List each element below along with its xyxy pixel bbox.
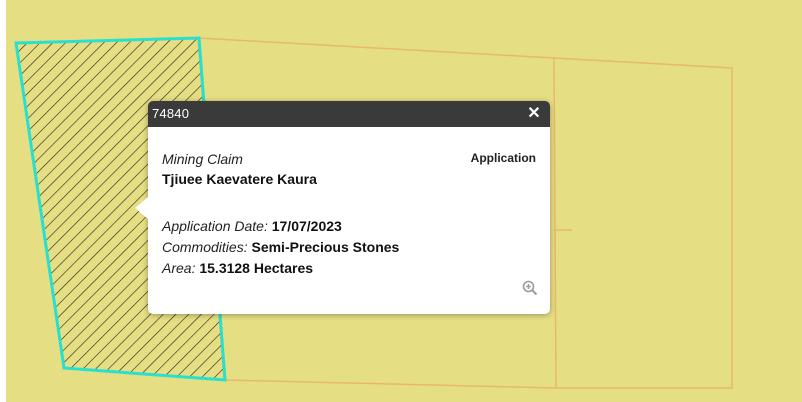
application-date-value: 17/07/2023 [271,218,342,234]
area-label: Area: [162,260,196,276]
area-unit: Hectares [253,260,314,276]
popup-title: 74840 [152,106,190,121]
commodities-value: Semi-Precious Stones [251,239,400,255]
parcel-divider [553,57,557,389]
area-row: Area: 15.3128 Hectares [162,260,313,276]
commodities-label: Commodities: [162,239,248,255]
status-badge: Application [470,151,536,165]
zoom-in-icon [522,280,538,296]
application-date-row: Application Date: 17/07/2023 [162,218,342,234]
application-date-label: Application Date: [162,218,268,234]
claim-owner: Tjiuee Kaevatere Kaura [162,171,317,187]
zoom-to-button[interactable] [522,280,538,296]
close-button[interactable]: ✕ [524,104,544,124]
claim-popup: 74840 ✕ Mining Claim Application Tjiuee … [135,101,550,314]
popup-header: 74840 ✕ [148,101,550,127]
popup-pointer [135,197,148,219]
close-icon: ✕ [527,105,541,122]
claim-type: Mining Claim [162,151,243,167]
commodities-row: Commodities: Semi-Precious Stones [162,239,399,255]
area-value: 15.3128 [199,260,250,276]
